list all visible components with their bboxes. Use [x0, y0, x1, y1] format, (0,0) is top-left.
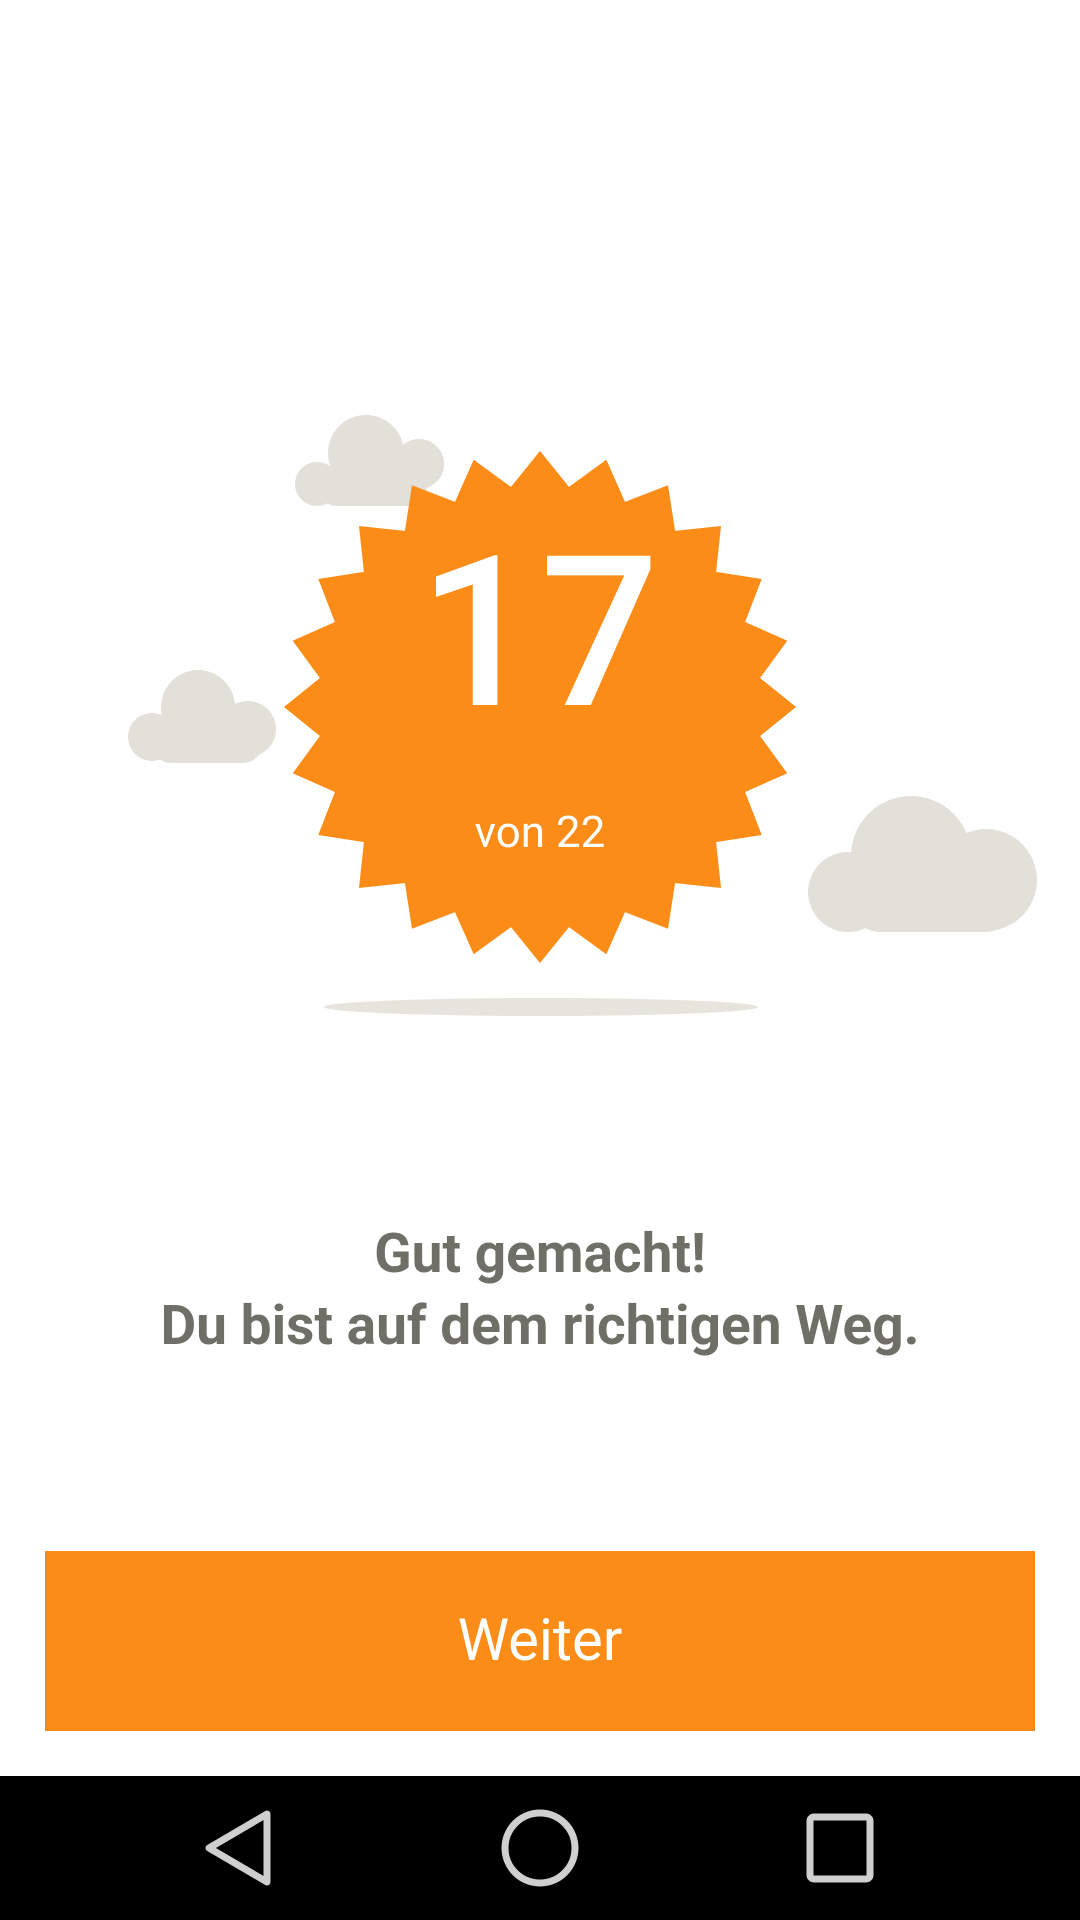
- cloud-left: [128, 670, 276, 763]
- score-total: von 22: [474, 806, 606, 858]
- back-button[interactable]: [157, 1776, 317, 1920]
- score-value: 17: [418, 511, 662, 757]
- continue-button[interactable]: Weiter: [45, 1551, 1035, 1731]
- encouragement-message: Gut gemacht! Du bist auf dem richtigen W…: [0, 1218, 1080, 1362]
- home-button[interactable]: [460, 1776, 620, 1920]
- back-icon: [205, 1810, 271, 1886]
- message-line-1: Gut gemacht!: [374, 1222, 706, 1286]
- recents-button[interactable]: [760, 1776, 920, 1920]
- badge-shadow: [324, 998, 758, 1016]
- cloud-right: [808, 796, 1037, 932]
- score-badge: 17 von 22: [280, 447, 800, 967]
- message-line-2: Du bist auf dem richtigen Weg.: [160, 1294, 920, 1358]
- home-icon: [501, 1809, 579, 1887]
- system-navigation-bar: [0, 1776, 1080, 1920]
- result-screen: 17 von 22 Gut gemacht! Du bist auf dem r…: [0, 0, 1080, 1920]
- recents-icon: [806, 1813, 874, 1883]
